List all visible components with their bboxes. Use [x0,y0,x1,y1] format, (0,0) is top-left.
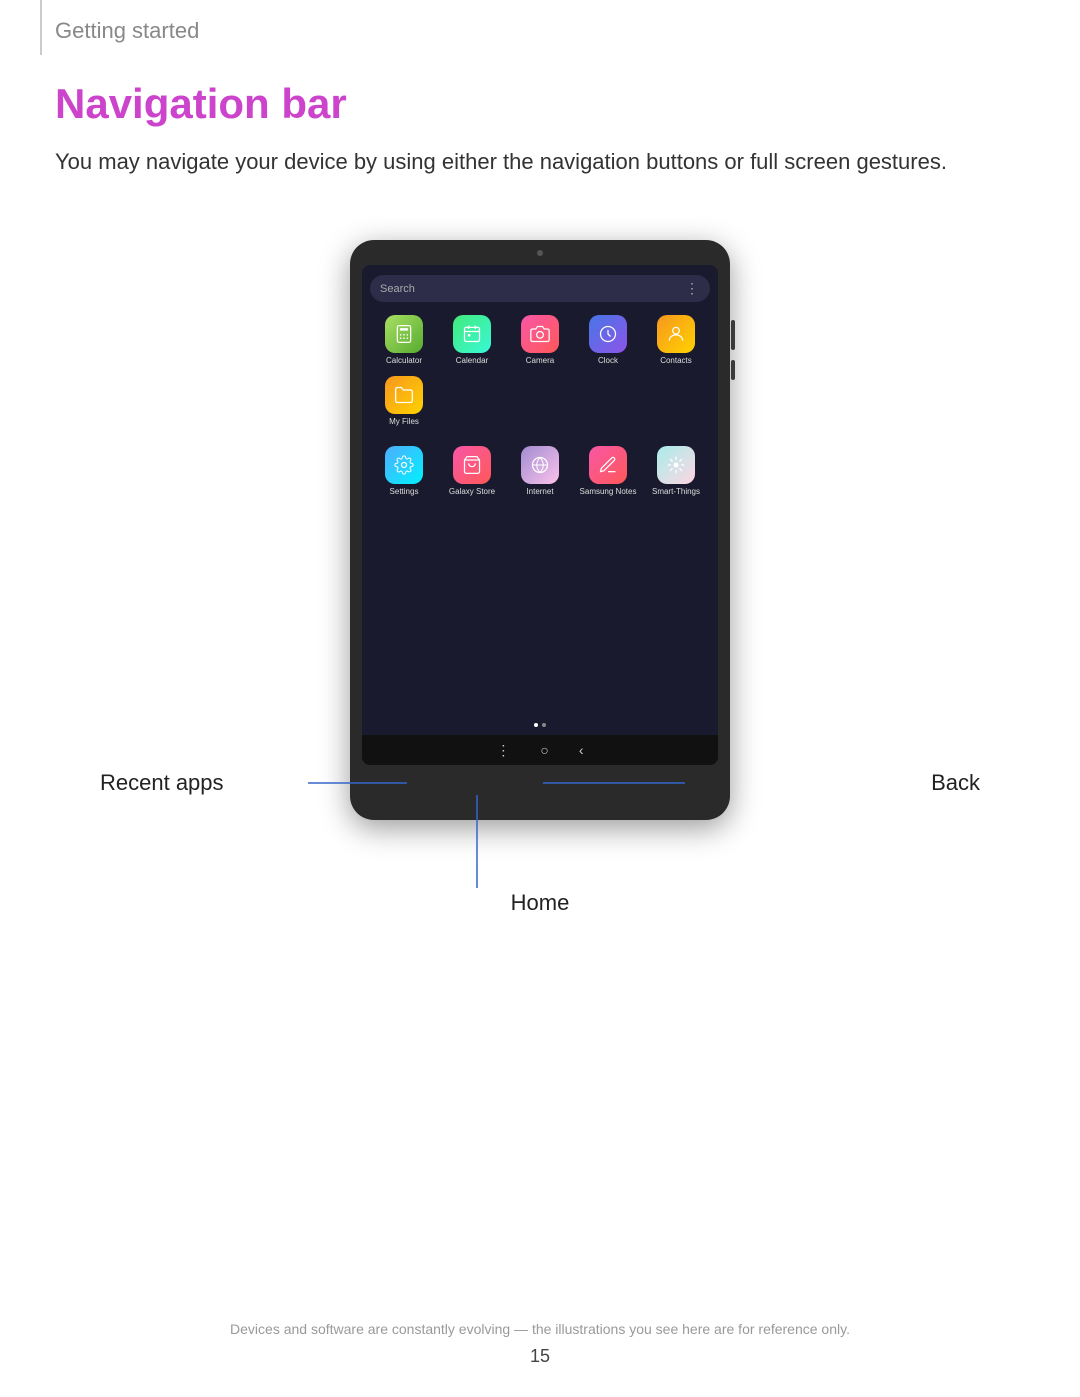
internet-label: Internet [526,487,553,497]
app-item-myfiles[interactable]: My Files [370,376,438,427]
calculator-icon [385,315,423,353]
calendar-label: Calendar [456,356,488,366]
galaxystore-label: Galaxy Store [449,487,495,497]
galaxystore-icon [453,446,491,484]
description-text: You may navigate your device by using ei… [55,145,1025,178]
app-item-camera[interactable]: Camera [506,315,574,366]
tablet-body: Search ⋮ Calculator Calendar [350,240,730,820]
app-grid-row2: Settings Galaxy Store Internet [362,441,718,512]
home-button: ○ [540,742,548,758]
search-placeholder: Search [380,283,415,295]
myfiles-label: My Files [389,417,419,427]
app-item-galaxystore[interactable]: Galaxy Store [438,446,506,497]
home-label: Home [511,890,570,916]
tablet-navbar: ⋮ ○ ‹ [362,735,718,765]
recent-apps-label: Recent apps [100,770,224,796]
calculator-label: Calculator [386,356,422,366]
app-item-clock[interactable]: Clock [574,315,642,366]
app-item-contacts[interactable]: Contacts [642,315,710,366]
power-button [731,320,735,350]
recent-apps-button: ⋮ [496,742,510,759]
page-indicator [534,723,546,727]
contacts-label: Contacts [660,356,692,366]
smartthings-label: Smart-Things [652,487,700,497]
settings-icon [385,446,423,484]
search-bar: Search ⋮ [370,275,710,302]
app-item-calendar[interactable]: Calendar [438,315,506,366]
tablet-device: Search ⋮ Calculator Calendar [350,240,730,820]
app-item-internet[interactable]: Internet [506,446,574,497]
clock-icon [589,315,627,353]
app-item-calculator[interactable]: Calculator [370,315,438,366]
calendar-icon [453,315,491,353]
contacts-icon [657,315,695,353]
page-number: 15 [530,1346,550,1367]
tablet-screen: Search ⋮ Calculator Calendar [362,265,718,765]
app-item-smartthings[interactable]: Smart-Things [642,446,710,497]
camera-label: Camera [526,356,554,366]
smartthings-icon [657,446,695,484]
app-grid-row1: Calculator Calendar Camera [362,310,718,441]
breadcrumb: Getting started [55,18,199,44]
camera-dot [537,250,543,256]
back-label: Back [931,770,980,796]
clock-label: Clock [598,356,618,366]
camera-icon [521,315,559,353]
back-button: ‹ [579,742,584,758]
app-item-samsungnotes[interactable]: Samsung Notes [574,446,642,497]
footer-note: Devices and software are constantly evol… [230,1321,850,1337]
section-border [40,0,42,55]
myfiles-icon [385,376,423,414]
samsungnotes-icon [589,446,627,484]
volume-button [731,360,735,380]
internet-icon [521,446,559,484]
search-menu-icon: ⋮ [685,280,700,297]
settings-label: Settings [390,487,419,497]
samsungnotes-label: Samsung Notes [580,487,637,497]
app-item-settings[interactable]: Settings [370,446,438,497]
page-title: Navigation bar [55,80,347,128]
dot-2 [542,723,546,727]
dot-1 [534,723,538,727]
